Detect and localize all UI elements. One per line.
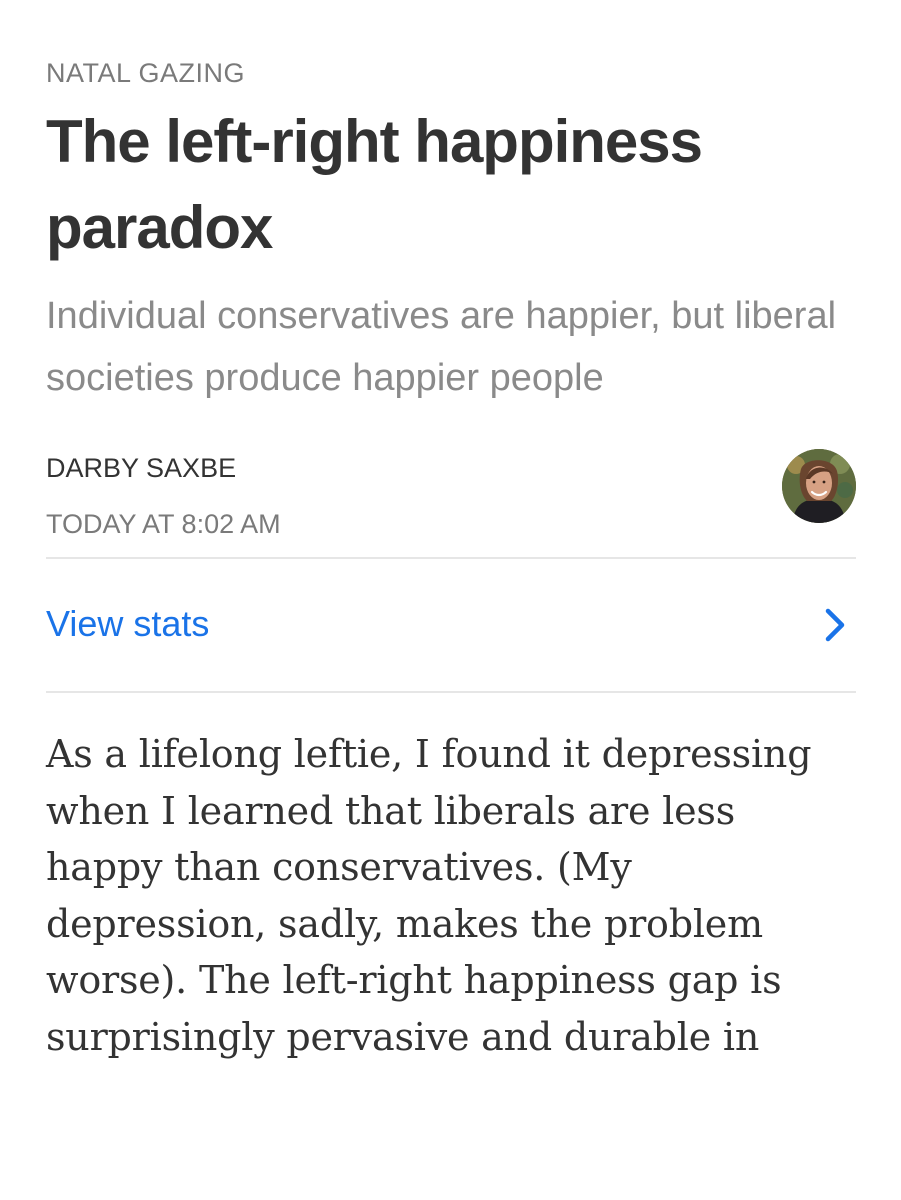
- author-avatar[interactable]: [782, 449, 856, 523]
- author-name[interactable]: DARBY SAXBE: [46, 449, 856, 487]
- chevron-right-icon[interactable]: [824, 607, 848, 643]
- bottom-divider: [46, 691, 856, 693]
- publish-time: TODAY AT 8:02 AM: [46, 509, 281, 539]
- view-stats-row[interactable]: View stats: [46, 559, 856, 691]
- avatar-portrait-icon: [782, 449, 856, 523]
- section-label[interactable]: NATAL GAZING: [46, 54, 856, 92]
- article-title: The left-right happiness paradox: [46, 108, 703, 261]
- article-page: NATAL GAZING The left-right happiness pa…: [0, 0, 901, 1200]
- byline: DARBY SAXBE TODAY AT 8:02 AM: [46, 449, 856, 557]
- article-subtitle: Individual conservatives are happier, bu…: [46, 295, 837, 399]
- view-stats-link[interactable]: View stats: [46, 602, 209, 646]
- article-body-text: As a lifelong leftie, I found it depress…: [46, 732, 812, 1059]
- article-content: NATAL GAZING The left-right happiness pa…: [46, 54, 856, 1066]
